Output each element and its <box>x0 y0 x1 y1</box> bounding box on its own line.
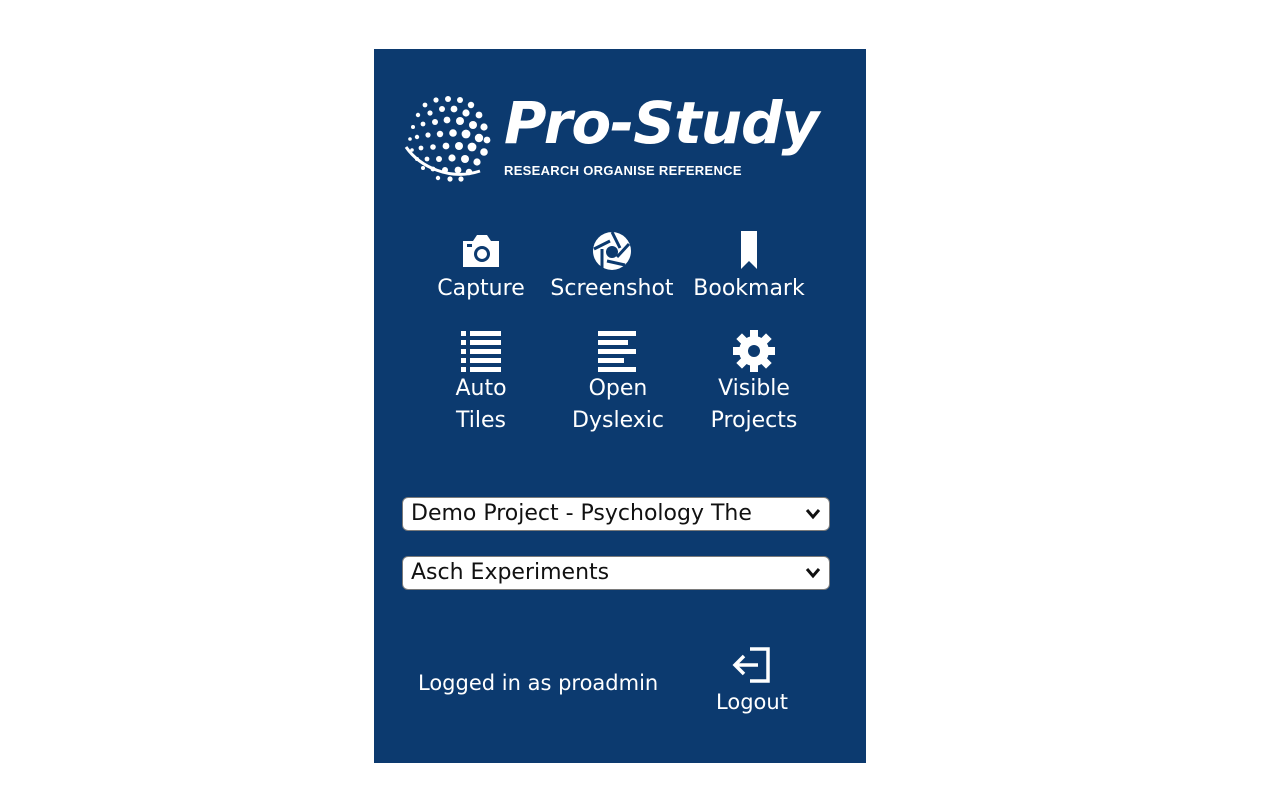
open-dyslexic-button[interactable]: Open Dyslexic <box>548 329 688 437</box>
brand-tagline: RESEARCH ORGANISE REFERENCE <box>504 163 742 178</box>
list-icon <box>461 331 501 372</box>
visible-projects-label-line1: Visible <box>718 376 790 401</box>
extension-panel: Pro-Study RESEARCH ORGANISE REFERENCE Ca… <box>374 49 866 763</box>
auto-tiles-label-line1: Auto <box>455 376 507 401</box>
screenshot-label: Screenshot <box>550 276 674 301</box>
topic-select[interactable]: Asch Experiments <box>402 556 830 590</box>
chevron-down-icon <box>805 509 821 520</box>
chevron-down-icon <box>805 568 821 579</box>
capture-label: Capture <box>437 276 525 301</box>
camera-icon <box>463 235 499 267</box>
bookmark-label: Bookmark <box>693 276 805 301</box>
auto-tiles-label-line2: Tiles <box>456 408 506 433</box>
project-select-value: Demo Project - Psychology The <box>411 501 752 526</box>
project-select[interactable]: Demo Project - Psychology The <box>402 497 830 531</box>
brand-title: Pro-Study <box>504 89 819 157</box>
auto-tiles-button[interactable]: Auto Tiles <box>411 329 551 437</box>
login-status: Logged in as proadmin <box>418 671 659 695</box>
topic-select-value: Asch Experiments <box>411 560 610 585</box>
capture-button[interactable]: Capture <box>411 229 551 305</box>
aperture-icon <box>593 231 631 270</box>
screenshot-button[interactable]: Screenshot <box>542 229 682 305</box>
logout-label: Logout <box>716 690 788 714</box>
bookmark-button[interactable]: Bookmark <box>679 229 819 305</box>
open-dyslexic-label-line2: Dyslexic <box>572 408 664 433</box>
gear-icon <box>733 330 775 372</box>
globe-logo-icon <box>404 96 491 182</box>
bookmark-icon <box>741 231 757 269</box>
text-align-icon <box>598 331 636 372</box>
visible-projects-button[interactable]: Visible Projects <box>684 329 824 437</box>
logout-icon <box>732 647 770 683</box>
pro-study-logo: Pro-Study RESEARCH ORGANISE REFERENCE <box>400 87 840 187</box>
visible-projects-label-line2: Projects <box>710 408 798 433</box>
open-dyslexic-label-line1: Open <box>588 376 648 401</box>
logout-button[interactable]: Logout <box>696 645 808 719</box>
